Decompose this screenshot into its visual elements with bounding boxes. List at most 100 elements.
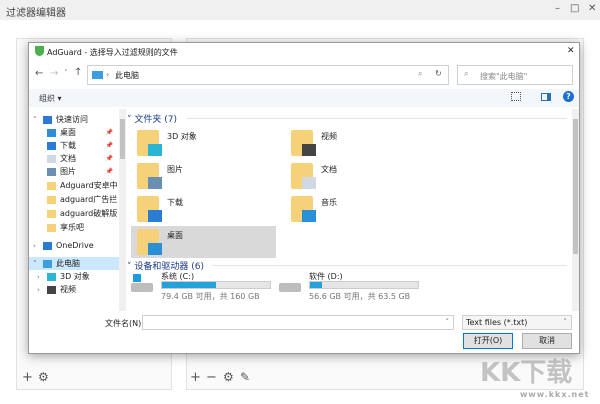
- organize-menu[interactable]: 组织 ▾: [39, 93, 62, 104]
- nav-item[interactable]: ˅ 此电脑: [29, 257, 119, 270]
- up-icon[interactable]: ↑: [74, 67, 82, 78]
- folder-icon: [47, 181, 56, 190]
- drive-item[interactable]: 系统 (C:) 79.4 GB 可用，共 160 GB: [129, 271, 279, 301]
- search-input[interactable]: 搜索"此电脑": [480, 71, 527, 82]
- computer-icon: [92, 71, 103, 79]
- preview-pane-icon[interactable]: [541, 93, 551, 101]
- drive-usage-bar: [309, 281, 419, 289]
- folder-icon: [47, 223, 56, 232]
- edit-icon[interactable]: ✎: [240, 370, 250, 384]
- folder-icon: [137, 130, 162, 156]
- nav-item-label: 此电脑: [56, 259, 80, 268]
- folder-icon: [47, 195, 56, 204]
- content-pane: ˅ 文件夹 (7) 3D 对象 视频 图片 文档 下载 音乐 桌面 ˅ 设备和驱动器 (6)…: [127, 109, 571, 311]
- folders-section-header[interactable]: 文件夹 (7): [134, 115, 177, 125]
- video-icon: [302, 144, 316, 156]
- search-icon: ⌕: [464, 69, 469, 78]
- filename-input[interactable]: ˅: [142, 315, 454, 330]
- drive-info: 56.6 GB 可用，共 63.5 GB: [309, 292, 411, 301]
- nav-item[interactable]: › 视频: [29, 283, 119, 296]
- filetype-select[interactable]: Text files (*.txt) ˅: [462, 315, 572, 330]
- folder-item[interactable]: 视频: [285, 127, 430, 159]
- nav-item-label: 图片: [60, 167, 76, 176]
- nav-item[interactable]: › 3D 对象: [29, 270, 119, 283]
- document-icon: [47, 154, 56, 163]
- cube-icon: [47, 272, 56, 281]
- folder-item[interactable]: 3D 对象: [131, 127, 276, 159]
- refresh-icon[interactable]: ↻: [435, 69, 442, 78]
- add-filter-icon[interactable]: +: [22, 370, 33, 385]
- nav-scrollbar[interactable]: [119, 109, 126, 311]
- watermark-url: www.kkx.net: [520, 390, 590, 399]
- minimize-button[interactable]: –: [555, 3, 560, 14]
- nav-item[interactable]: adguard破解版: [29, 207, 119, 220]
- document-icon: [302, 177, 316, 189]
- folder-label: 文档: [321, 165, 337, 174]
- remove-rule-icon[interactable]: −: [206, 370, 217, 385]
- help-icon[interactable]: ?: [563, 91, 574, 102]
- nav-item[interactable]: 下载 📌: [29, 139, 119, 152]
- cancel-button[interactable]: 取消: [522, 333, 572, 349]
- nav-item[interactable]: › OneDrive: [29, 239, 119, 252]
- folder-item[interactable]: 下载: [131, 193, 276, 225]
- drive-usage-bar: [161, 281, 271, 289]
- pin-icon: 📌: [105, 155, 113, 162]
- back-icon[interactable]: ←: [35, 68, 43, 79]
- nav-item[interactable]: ˅ 快速访问: [29, 113, 119, 126]
- navigation-pane: ˅ 快速访问 桌面 📌 下载 📌 文档 📌 图片 📌 Adguard安卓中 adguard广告拦 adg…: [29, 109, 119, 311]
- nav-item-label: 3D 对象: [60, 272, 90, 281]
- forward-icon[interactable]: →: [50, 68, 58, 79]
- nav-item[interactable]: 享乐吧: [29, 221, 119, 234]
- nav-item[interactable]: 图片 📌: [29, 165, 119, 178]
- nav-item-label: 快速访问: [56, 115, 88, 124]
- close-button[interactable]: ✕: [588, 3, 596, 14]
- folder-item[interactable]: 音乐: [285, 193, 430, 225]
- settings-icon[interactable]: ⚙: [38, 370, 49, 384]
- filename-label: 文件名(N):: [105, 319, 144, 328]
- folder-label: 3D 对象: [167, 132, 197, 141]
- add-rule-icon[interactable]: +: [190, 370, 201, 385]
- dialog-title-bar: AdGuard - 选择导入过滤规则的文件 ✕: [29, 43, 579, 61]
- address-bar[interactable]: › 此电脑 ⌕ ↻: [87, 65, 449, 85]
- drive-item[interactable]: 软件 (D:) 56.6 GB 可用，共 63.5 GB: [277, 271, 427, 301]
- nav-item[interactable]: 文档 📌: [29, 152, 119, 165]
- content-scrollbar[interactable]: [572, 109, 579, 311]
- folder-icon: [291, 130, 316, 156]
- windows-logo-icon: [133, 274, 141, 282]
- maximize-button[interactable]: □: [570, 3, 579, 14]
- recent-chevron-icon[interactable]: ˅: [64, 69, 68, 77]
- folder-icon: [291, 163, 316, 189]
- download-icon: [148, 210, 162, 222]
- search-box[interactable]: ⌕ 搜索"此电脑": [457, 65, 573, 85]
- view-options-icon[interactable]: [511, 92, 521, 101]
- folder-label: 图片: [167, 165, 183, 174]
- dialog-toolbar: 组织 ▾ ?: [29, 89, 579, 107]
- folder-item[interactable]: 文档: [285, 160, 430, 192]
- folder-icon: [137, 229, 162, 255]
- nav-item-label: 视频: [60, 285, 76, 294]
- folder-icon: [137, 196, 162, 222]
- folder-item[interactable]: 图片: [131, 160, 276, 192]
- cloud-icon: [43, 241, 52, 250]
- desktop-icon: [148, 243, 162, 255]
- open-button[interactable]: 打开(O): [463, 333, 513, 349]
- search-go-icon[interactable]: ⌕: [418, 69, 422, 79]
- filename-dropdown-icon[interactable]: ˅: [446, 318, 450, 326]
- nav-item[interactable]: 桌面 📌: [29, 126, 119, 139]
- nav-item-label: 文档: [60, 154, 76, 163]
- computer-icon: [43, 259, 52, 268]
- nav-item[interactable]: adguard广告拦: [29, 193, 119, 206]
- pin-icon: 📌: [105, 142, 113, 149]
- nav-item[interactable]: Adguard安卓中: [29, 179, 119, 192]
- adguard-shield-icon: [35, 46, 44, 56]
- folder-icon: [291, 196, 316, 222]
- watermark-logo: KK下载: [480, 358, 573, 388]
- folder-label: 桌面: [167, 231, 183, 240]
- address-text: 此电脑: [115, 71, 139, 80]
- nav-item-label: 下载: [60, 141, 76, 150]
- rule-settings-icon[interactable]: ⚙: [223, 370, 234, 384]
- drive-icon: [279, 283, 301, 292]
- folder-item[interactable]: 桌面: [131, 226, 276, 258]
- nav-item-label: Adguard安卓中: [60, 181, 118, 190]
- dialog-close-button[interactable]: ✕: [567, 46, 575, 56]
